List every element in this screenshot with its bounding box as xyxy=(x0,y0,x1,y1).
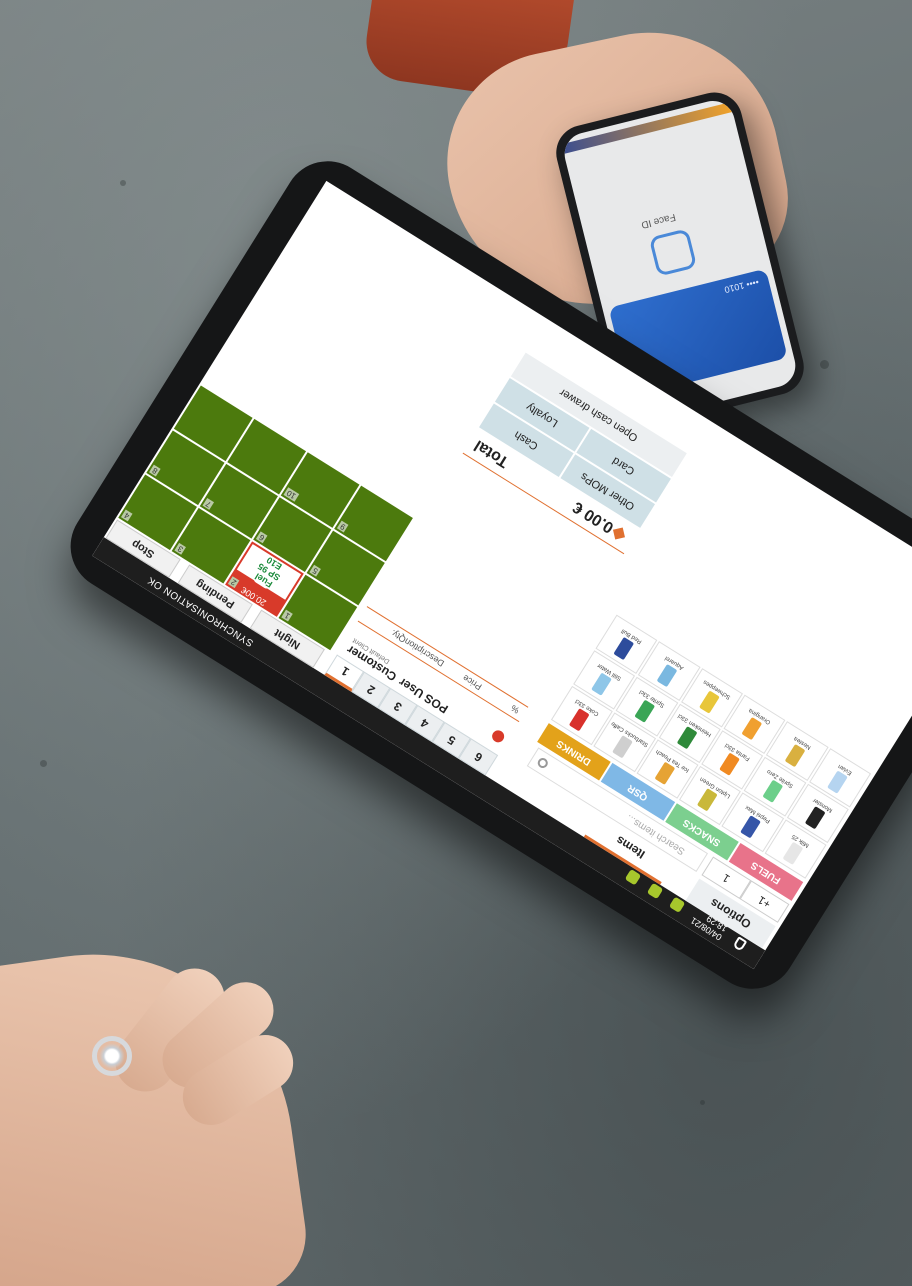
card-number: •••• 1010 xyxy=(723,276,760,295)
tile-number: 6 xyxy=(255,531,268,544)
face-id-label: Face ID xyxy=(640,211,677,231)
tile-number: 4 xyxy=(120,509,133,522)
tile-number: 7 xyxy=(202,498,215,511)
tile-number: 5 xyxy=(309,565,322,578)
tile-number: 3 xyxy=(174,542,187,556)
bell-icon[interactable] xyxy=(732,936,748,952)
tile-number: 9 xyxy=(336,520,349,533)
tile-number: 10 xyxy=(283,487,300,502)
tile-number: 1 xyxy=(281,609,294,622)
discount-tag-icon[interactable] xyxy=(612,527,625,540)
search-icon xyxy=(535,756,550,770)
tile-number: 8 xyxy=(148,465,161,478)
ring xyxy=(92,1036,132,1076)
face-id-icon xyxy=(648,228,698,277)
